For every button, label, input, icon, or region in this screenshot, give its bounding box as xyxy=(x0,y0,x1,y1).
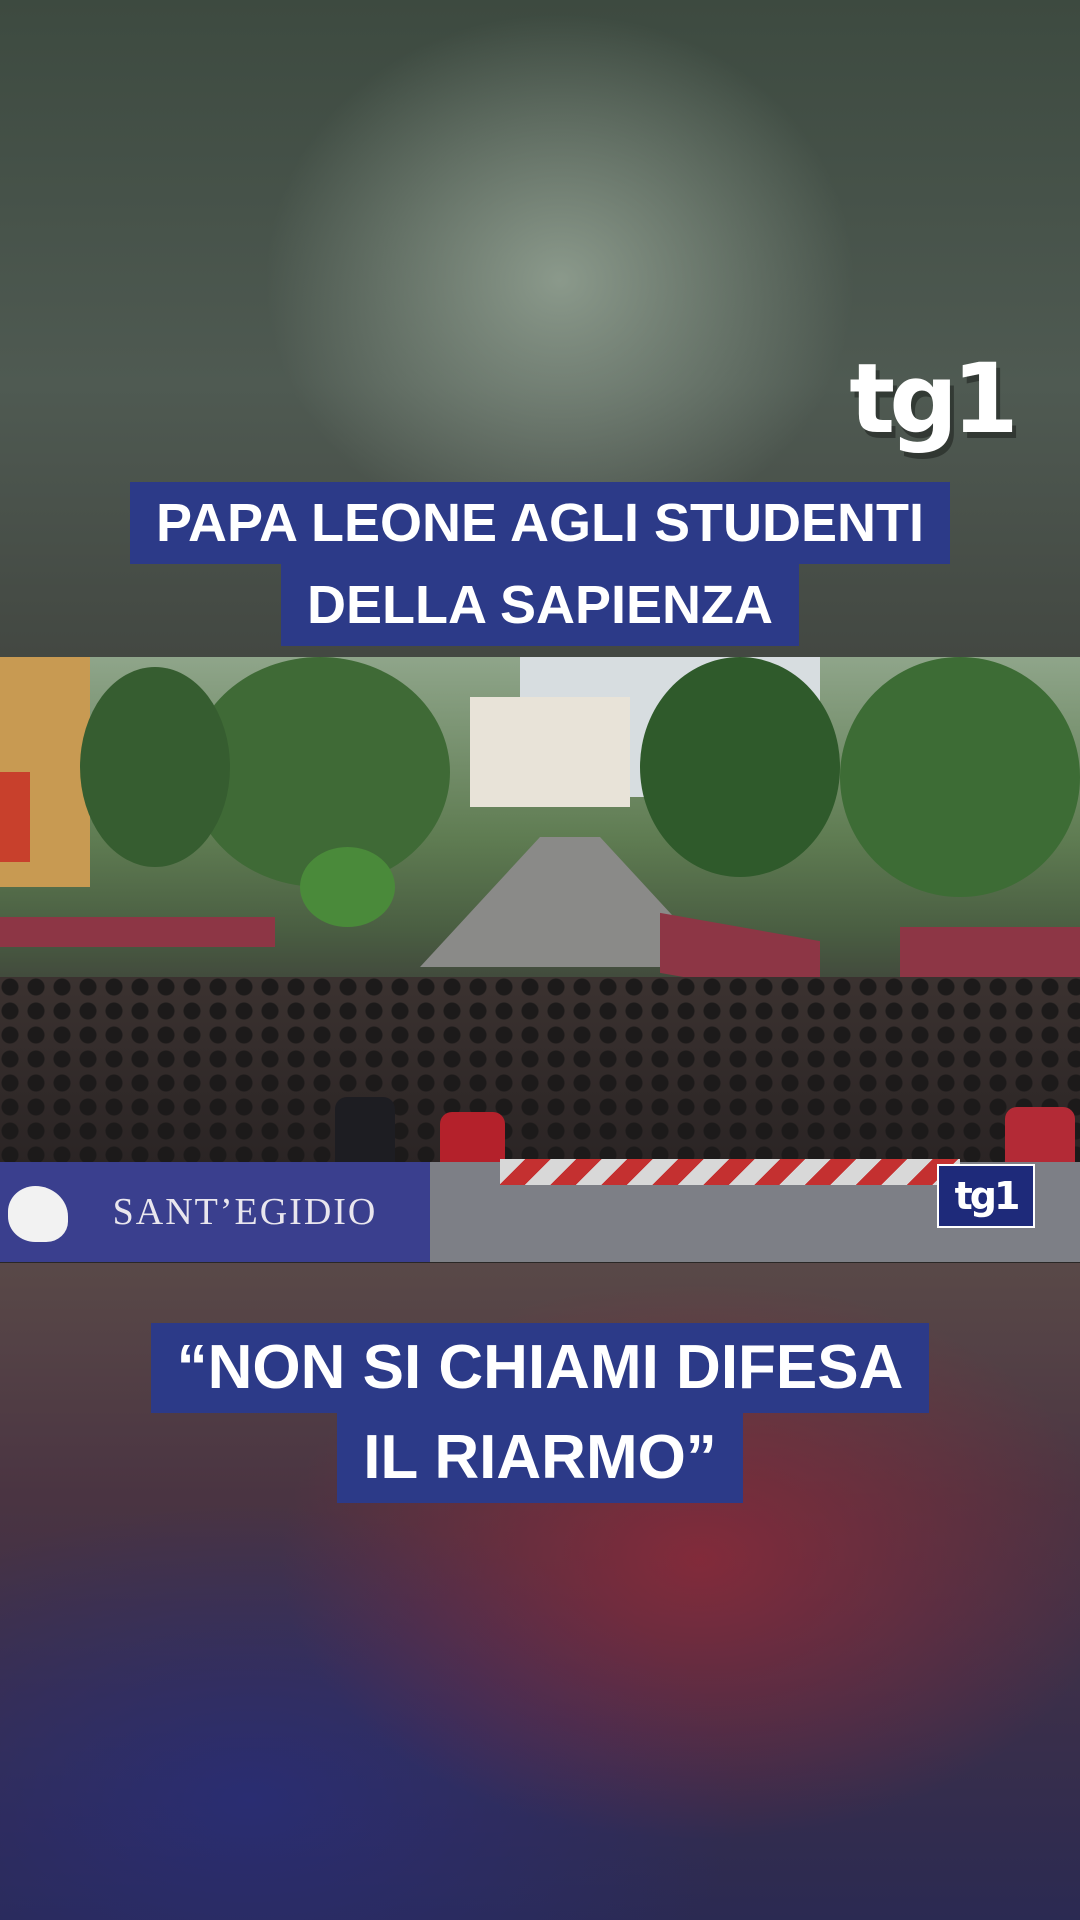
crowd xyxy=(0,977,1080,1167)
headline-line-1: PAPA LEONE AGLI STUDENTI xyxy=(129,482,951,564)
building-portico xyxy=(470,697,630,807)
tg1-logo: tg1 xyxy=(849,343,1018,455)
tree xyxy=(300,847,395,927)
santegidio-banner: SANT’EGIDIO xyxy=(0,1162,430,1262)
headline-line-2: DELLA SAPIENZA xyxy=(280,564,799,646)
red-wall xyxy=(0,917,275,947)
tree xyxy=(80,667,230,867)
quote-line-2: IL RIARMO” xyxy=(337,1413,743,1503)
tree xyxy=(840,657,1080,897)
banner-text: SANT’EGIDIO xyxy=(112,1191,378,1233)
video-frame[interactable]: SANT’EGIDIO tg1 xyxy=(0,657,1080,1263)
quote-line-1: “NON SI CHIAMI DIFESA xyxy=(150,1323,930,1413)
building-red-wall xyxy=(0,772,30,862)
tg1-watermark: tg1 xyxy=(937,1164,1035,1228)
headline-caption: PAPA LEONE AGLI STUDENTI DELLA SAPIENZA xyxy=(0,482,1080,646)
striped-barrier xyxy=(500,1159,960,1185)
tree xyxy=(640,657,840,877)
quote-caption: “NON SI CHIAMI DIFESA IL RIARMO” xyxy=(0,1323,1080,1503)
